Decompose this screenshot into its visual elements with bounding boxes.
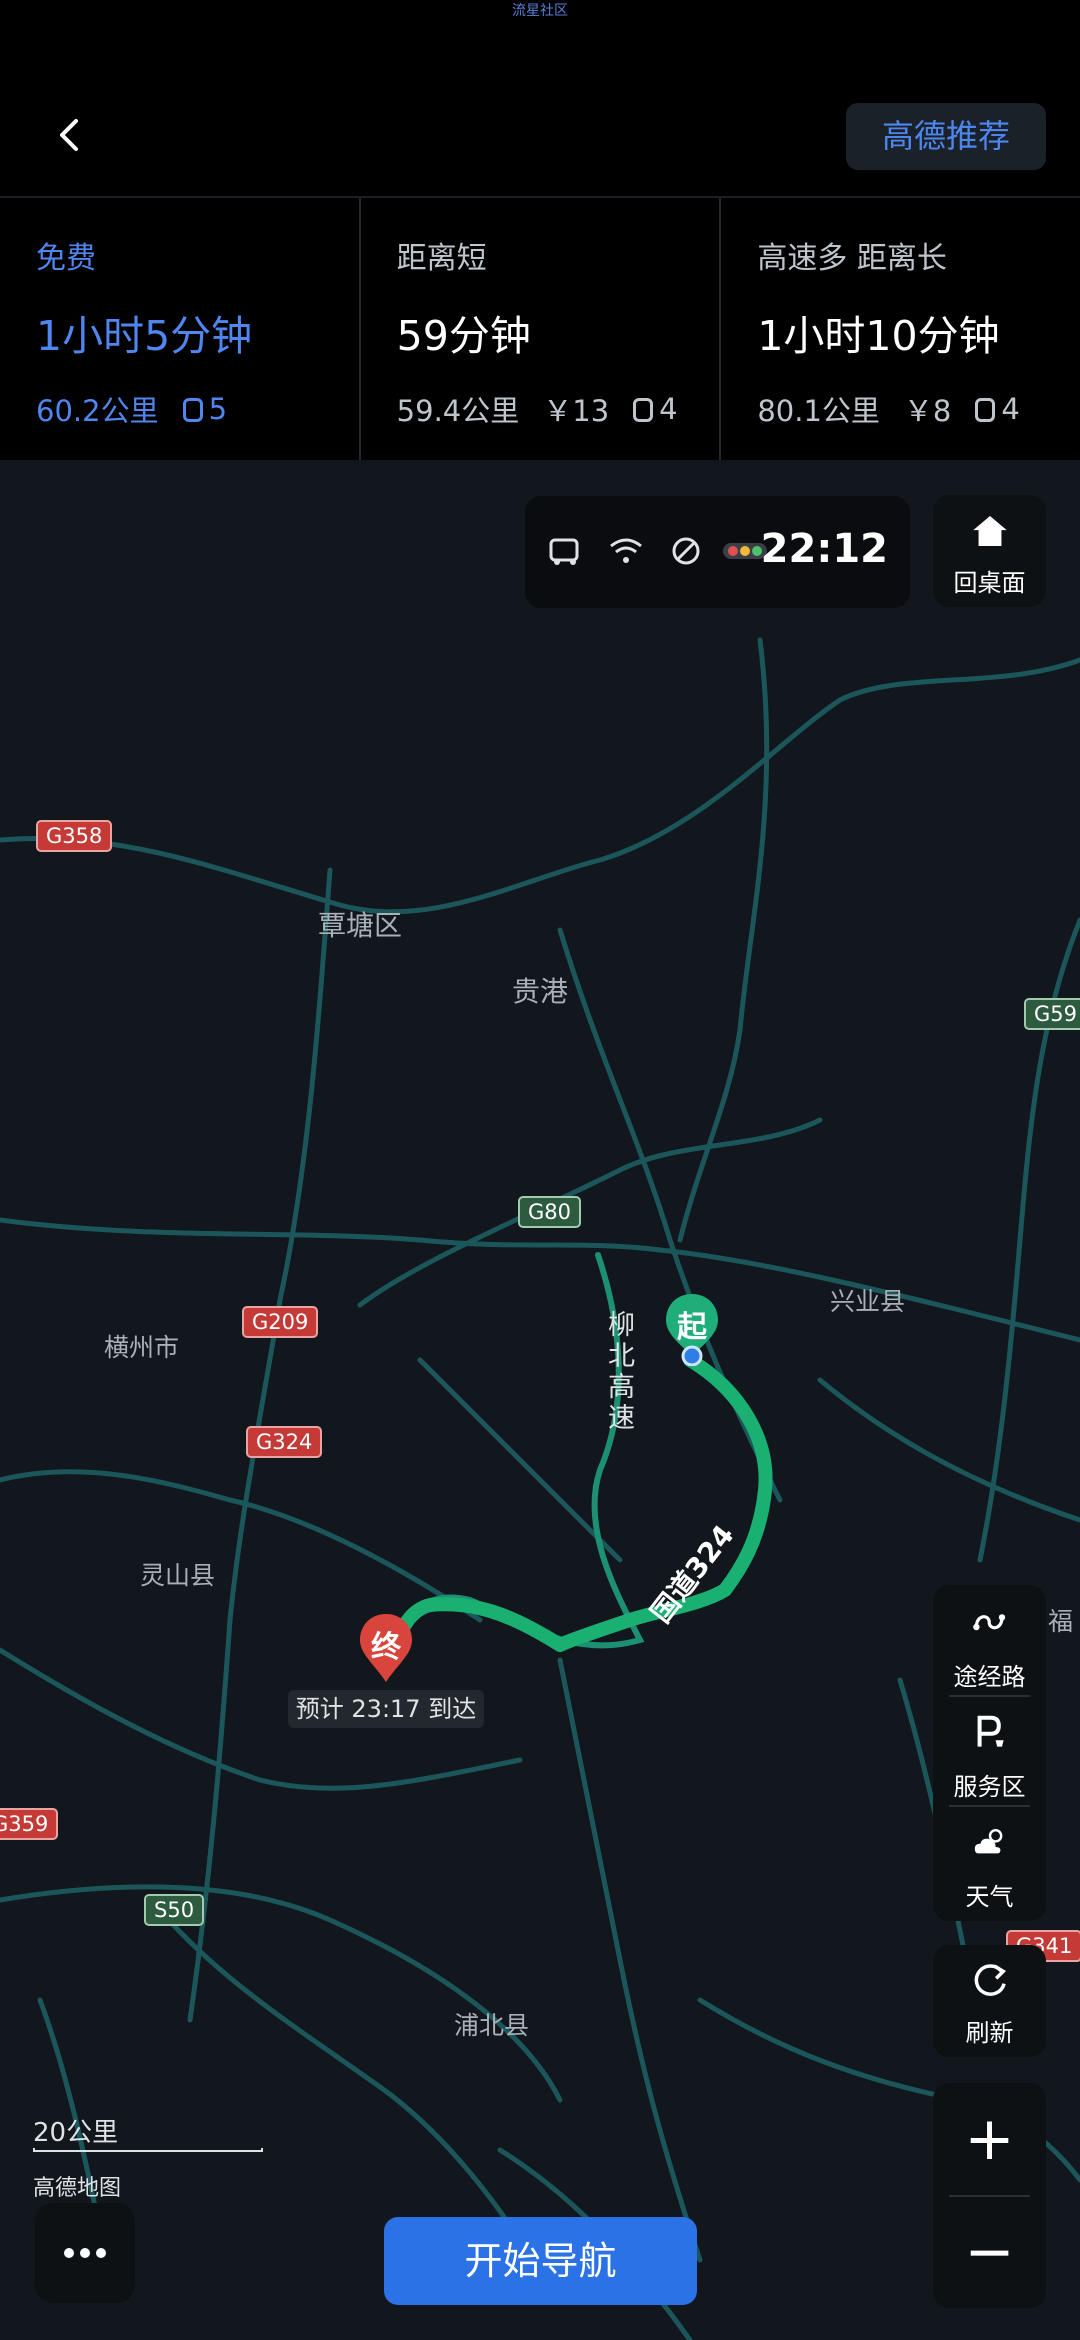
traffic-light-count: 4	[633, 392, 678, 426]
route-option-short[interactable]: 距离短 59分钟 59.4公里 ￥13 4	[361, 198, 722, 462]
route-option-highway[interactable]: 高速多 距离长 1小时10分钟 80.1公里 ￥8 4	[721, 198, 1080, 462]
status-bar: 流星社区	[512, 3, 568, 19]
road-name-label: 柳北高速	[608, 1310, 635, 1434]
start-pin: 起	[662, 1292, 722, 1366]
zoom-controls: + −	[933, 2083, 1046, 2308]
place-label: 覃塘区	[318, 909, 403, 942]
zoom-in-button[interactable]: +	[933, 2083, 1046, 2195]
top-bar: 高德推荐	[0, 60, 1080, 195]
map-view[interactable]: 覃塘区 贵港 横州市 兴业县 灵山县 浦北县 福 G358 G80 G209 G…	[0, 460, 1080, 2340]
via-road-icon	[972, 1614, 1005, 1631]
more-icon	[64, 2248, 106, 2258]
place-label: 横州市	[104, 1333, 180, 1362]
route-option-free[interactable]: 免费 1小时5分钟 60.2公里 5	[0, 198, 361, 462]
scale-label: 20公里	[33, 2118, 119, 2148]
via-road-button[interactable]: 途经路	[933, 1603, 1046, 1692]
refresh-label: 刷新	[965, 2019, 1014, 2047]
traffic-light-count: 4	[975, 392, 1020, 426]
via-road-label: 途经路	[953, 1663, 1026, 1691]
recommend-button[interactable]: 高德推荐	[846, 103, 1046, 170]
back-arrow-icon[interactable]	[50, 115, 90, 155]
road-badge-g359: G359	[0, 1808, 59, 1840]
place-label: 兴业县	[830, 1287, 906, 1316]
home-button-label: 回桌面	[953, 569, 1026, 597]
more-button[interactable]	[35, 2203, 135, 2303]
route-meta: 59.4公里 ￥13 4	[397, 388, 678, 430]
car-status-widget: 22:12	[525, 496, 910, 608]
place-label: 福	[1048, 1607, 1074, 1636]
weather-button[interactable]: 天气	[933, 1823, 1046, 1912]
traffic-light-value: 4	[659, 392, 678, 426]
route-distance: 80.1公里	[757, 394, 880, 428]
route-distance: 60.2公里	[36, 394, 159, 428]
route-time: 1小时5分钟	[36, 312, 253, 360]
home-icon	[972, 516, 1007, 546]
route-toll: ￥13	[543, 394, 610, 428]
refresh-button[interactable]: 刷新	[933, 1945, 1046, 2057]
road-badge-g324: G324	[246, 1426, 323, 1458]
eta-label: 预计 23:17 到达	[288, 1690, 484, 1728]
route-tag: 免费	[36, 241, 96, 276]
traffic-light-icon	[182, 398, 203, 422]
road-badge-g59: G59	[1024, 998, 1080, 1030]
route-meta: 60.2公里 5	[36, 388, 227, 430]
home-button[interactable]: 回桌面	[933, 495, 1046, 607]
brand-label: 高德地图	[33, 2176, 122, 2201]
route-tag: 高速多 距离长	[757, 241, 947, 276]
route-toll: ￥8	[903, 394, 952, 428]
route-distance: 59.4公里	[396, 394, 520, 428]
place-label: 浦北县	[454, 2011, 530, 2040]
traffic-light-icon	[633, 398, 654, 422]
route-meta: 80.1公里 ￥8 4	[757, 388, 1019, 430]
end-pin-label: 终	[371, 1630, 401, 1665]
place-label: 贵港	[512, 975, 569, 1008]
divider	[949, 1805, 1030, 1807]
scale-bar	[33, 2148, 263, 2152]
traffic-light-value: 5	[208, 392, 228, 426]
service-area-button[interactable]: 服务区	[933, 1713, 1046, 1802]
service-area-label: 服务区	[953, 1773, 1026, 1801]
car-icon	[549, 538, 579, 565]
side-panel: 途经路 服务区 天气	[933, 1585, 1046, 1921]
refresh-icon	[974, 1964, 1006, 1996]
parking-icon	[977, 1715, 1004, 1747]
traffic-light-value: 4	[1001, 392, 1020, 426]
clock: 22:12	[760, 526, 888, 572]
divider	[949, 1695, 1030, 1697]
weather-label: 天气	[965, 1883, 1014, 1911]
gps-icon	[672, 537, 700, 565]
route-options: 免费 1小时5分钟 60.2公里 5 距离短 59分钟 59.4公里 ￥13 4…	[0, 196, 1080, 462]
road-badge-g209: G209	[242, 1306, 319, 1338]
traffic-light-icon	[975, 398, 996, 422]
map-roads	[0, 637, 1080, 2340]
road-badge-g358: G358	[36, 820, 113, 852]
route-time: 59分钟	[396, 312, 531, 360]
traffic-light-count: 5	[182, 392, 228, 426]
weather-icon	[974, 1829, 1002, 1854]
route-tag: 距离短	[396, 241, 487, 276]
start-navigation-button[interactable]: 开始导航	[384, 2217, 697, 2305]
road-badge-s50: S50	[144, 1894, 205, 1926]
end-pin: 终	[356, 1612, 416, 1686]
place-label: 灵山县	[140, 1561, 216, 1590]
zoom-out-button[interactable]: −	[933, 2196, 1046, 2308]
wifi-icon	[610, 538, 642, 563]
road-badge-g80: G80	[518, 1196, 581, 1228]
start-pin-label: 起	[677, 1310, 707, 1345]
route-time: 1小时10分钟	[757, 312, 1000, 360]
